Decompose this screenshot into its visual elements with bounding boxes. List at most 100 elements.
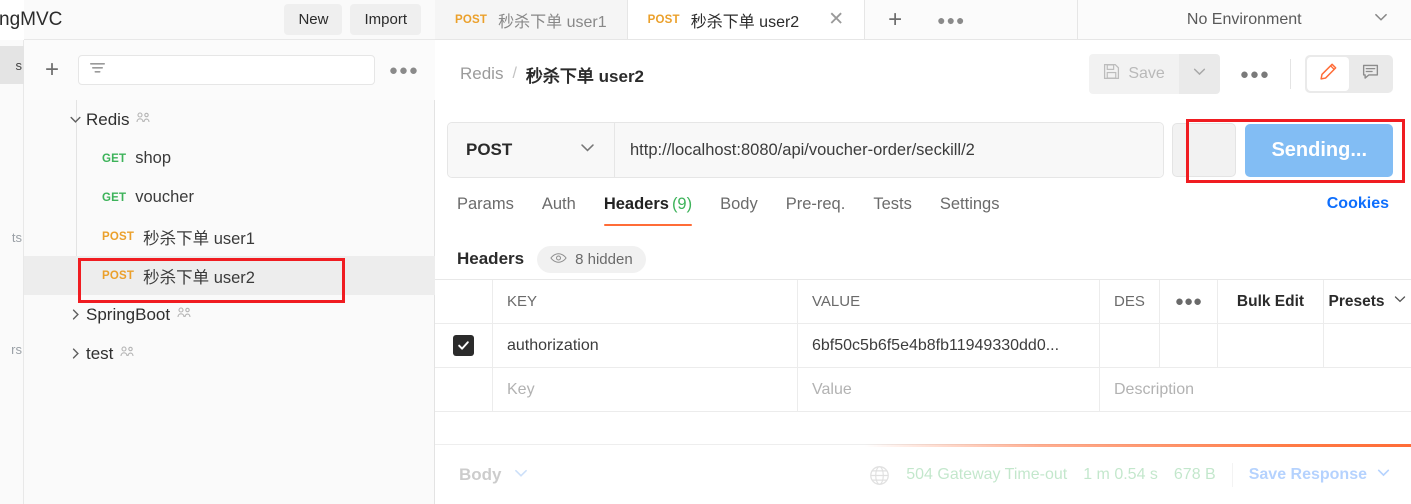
floppy-disk-icon (1103, 63, 1120, 85)
add-icon[interactable]: + (38, 56, 66, 84)
chevron-down-icon[interactable] (513, 465, 529, 486)
save-group: Save (1089, 54, 1220, 94)
url-row: POST http://localhost:8080/api/voucher-o… (435, 110, 1411, 190)
tabstrip-spacer (978, 0, 1078, 39)
tree-folder-redis[interactable]: Redis (24, 100, 435, 139)
open-tab-seckill-user2[interactable]: POST 秒杀下单 user2 ✕ (627, 0, 866, 39)
workspace-title: ngMVC (0, 9, 63, 30)
table-more-icon[interactable]: ●●● (1160, 280, 1218, 323)
hidden-headers-label: 8 hidden (575, 250, 633, 268)
row-description-cell[interactable] (1100, 324, 1160, 367)
save-options-button[interactable] (1178, 54, 1220, 94)
url-input[interactable]: http://localhost:8080/api/voucher-order/… (615, 123, 1164, 177)
tree-request-shop[interactable]: GET shop (24, 139, 435, 178)
tree-request-seckill-user1[interactable]: POST 秒杀下单 user1 (24, 217, 435, 256)
tree-request-seckill-user2[interactable]: POST 秒杀下单 user2 (24, 256, 435, 295)
shared-users-icon (136, 112, 151, 127)
row-value-input[interactable]: 6bf50c5b6f5e4b8fb11949330dd0... (798, 324, 1100, 367)
bulk-edit-label: Bulk Edit (1236, 292, 1305, 310)
row-description-placeholder: Description (1114, 380, 1195, 398)
edge-nav-item-environments[interactable]: ts (0, 218, 24, 256)
edit-button[interactable] (1307, 57, 1349, 91)
tab-auth[interactable]: Auth (542, 192, 576, 226)
edge-nav-item-collections[interactable]: s (0, 46, 24, 84)
sidebar: ngMVC New Import + ●●● Redis GET shop GE… (0, 0, 435, 504)
tree-request-voucher[interactable]: GET voucher (24, 178, 435, 217)
pencil-icon (1319, 62, 1338, 86)
chevron-right-icon (68, 308, 82, 322)
open-tab-seckill-user1[interactable]: POST 秒杀下单 user1 (435, 0, 628, 39)
environment-selector[interactable]: No Environment (1078, 0, 1411, 39)
edge-nav: s ts rs (0, 40, 24, 504)
method-badge: POST (102, 269, 135, 282)
edge-nav-label: ts (11, 229, 22, 245)
tree-folder-springboot[interactable]: SpringBoot (24, 295, 435, 334)
row-description-input[interactable]: Description (1100, 368, 1411, 411)
response-body-label: Body (459, 465, 502, 484)
tab-body[interactable]: Body (720, 192, 758, 226)
row-key-value: authorization (507, 336, 599, 354)
tree-folder-test[interactable]: test (24, 334, 435, 373)
tab-settings[interactable]: Settings (940, 192, 1000, 226)
table-header-row: KEY VALUE DES ●●● Bulk Edit Presets (435, 280, 1411, 324)
row-checkbox-cell (435, 324, 493, 367)
save-label: Save (1128, 65, 1165, 82)
tab-label: Settings (939, 195, 1000, 213)
new-tab-icon[interactable]: + (865, 0, 925, 39)
presets-dropdown[interactable]: Presets (1324, 280, 1411, 323)
collection-tree: Redis GET shop GET voucher POST 秒杀下单 use… (24, 100, 435, 373)
tab-label: Body (720, 195, 758, 213)
request-more-icon[interactable]: ●●● (1220, 66, 1290, 83)
headers-section-header: Headers 8 hidden (435, 238, 1411, 280)
row-value-input[interactable]: Value (798, 368, 1100, 411)
request-label: shop (135, 149, 172, 167)
response-size: 678 B (1173, 466, 1216, 483)
filter-icon (89, 61, 107, 80)
save-response-label: Save Response (1248, 466, 1367, 483)
new-button[interactable]: New (284, 4, 343, 35)
headers-table: KEY VALUE DES ●●● Bulk Edit Presets auth… (435, 279, 1411, 412)
cookies-link[interactable]: Cookies (1327, 195, 1389, 213)
divider (1290, 59, 1291, 89)
column-header-value: VALUE (798, 280, 1100, 323)
comment-button[interactable] (1349, 57, 1391, 91)
table-row: authorization 6bf50c5b6f5e4b8fb11949330d… (435, 324, 1411, 368)
hidden-headers-toggle[interactable]: 8 hidden (537, 245, 646, 273)
shared-users-icon (120, 346, 135, 361)
close-icon[interactable]: ✕ (828, 10, 844, 29)
send-button[interactable]: Sending... (1245, 123, 1393, 177)
method-badge: POST (455, 13, 488, 26)
headers-title: Headers (457, 249, 525, 268)
tab-label: 秒杀下单 user1 (498, 13, 607, 31)
row-key-input[interactable]: authorization (493, 324, 798, 367)
table-row: Key Value Description (435, 368, 1411, 412)
row-key-input[interactable]: Key (493, 368, 798, 411)
request-label: voucher (135, 188, 194, 206)
filter-input[interactable] (78, 55, 375, 85)
breadcrumb-collection[interactable]: Redis (460, 64, 503, 84)
request-tab-strip: POST 秒杀下单 user1 POST 秒杀下单 user2 ✕ + ●●● … (435, 0, 1411, 40)
postman-window: s ts rs ngMVC New Import + ●●● Redis GET… (0, 0, 1411, 504)
globe-icon (869, 465, 890, 486)
row-checkbox[interactable] (453, 335, 474, 356)
edge-nav-item-mock-servers[interactable]: rs (0, 330, 24, 368)
chevron-down-icon (1192, 64, 1207, 84)
send-options-button[interactable] (1172, 123, 1237, 177)
save-button[interactable]: Save (1089, 54, 1179, 94)
tabs-more-icon[interactable]: ●●● (925, 0, 977, 39)
tab-headers[interactable]: Headers (9) (603, 192, 693, 226)
row-spacer-1 (1160, 324, 1218, 367)
bulk-edit-button[interactable]: Bulk Edit (1218, 280, 1324, 323)
import-button[interactable]: Import (350, 4, 421, 35)
response-meta: 504 Gateway Time-out 1 m 0.54 s 678 B Sa… (869, 463, 1391, 487)
save-response-button[interactable]: Save Response (1249, 465, 1391, 485)
sidebar-more-icon[interactable]: ●●● (387, 62, 421, 79)
main-pane: POST 秒杀下单 user1 POST 秒杀下单 user2 ✕ + ●●● … (435, 0, 1411, 504)
tab-pre-request[interactable]: Pre-req. (786, 192, 846, 226)
method-select[interactable]: POST (448, 123, 615, 177)
row-spacer-2 (1218, 324, 1324, 367)
tab-count: (9) (671, 195, 693, 213)
row-checkbox-cell[interactable] (435, 368, 493, 411)
tab-tests[interactable]: Tests (873, 192, 912, 226)
tab-params[interactable]: Params (457, 192, 514, 226)
